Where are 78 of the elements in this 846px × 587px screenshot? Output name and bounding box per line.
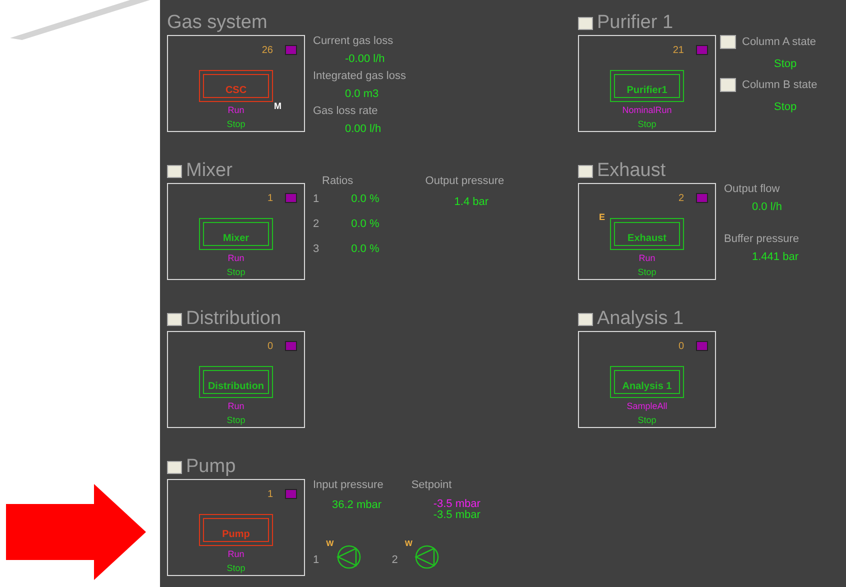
device-marker: M (274, 101, 282, 111)
device-count: 2 (678, 192, 684, 204)
ratios-label: Ratios (322, 175, 354, 187)
reading-label: Current gas loss (313, 35, 394, 47)
column-state: Stop (774, 58, 798, 70)
device-mode: NominalRun (622, 105, 672, 115)
indicator-square (696, 193, 708, 203)
toggle-square[interactable] (167, 460, 182, 474)
setpoint-label: Setpoint (411, 479, 453, 491)
ratio-index: 3 (313, 243, 320, 257)
output-value: 1.4 bar (454, 196, 490, 208)
reading-label: Gas loss rate (313, 105, 379, 117)
device-state: Stop (638, 415, 656, 425)
pump-index: 1 (313, 554, 320, 566)
reading-value: 0.00 l/h (345, 123, 382, 135)
output-label: Output pressure (425, 175, 504, 187)
reading-label: Buffer pressure (724, 233, 800, 245)
device-count: 26 (262, 44, 273, 56)
indicator-square (285, 341, 297, 351)
device-marker: E (599, 212, 606, 222)
toggle-square[interactable] (578, 164, 593, 178)
column-state: Stop (774, 101, 798, 113)
indicator-square (285, 489, 297, 499)
toggle-square[interactable] (167, 164, 182, 178)
section-title: Distribution (186, 308, 282, 330)
section-title: Purifier 1 (597, 12, 674, 34)
setpoint-value: -3.5 mbar (433, 510, 480, 521)
arrow-icon (6, 484, 146, 580)
column-label: Column B state (742, 79, 818, 91)
device-state: Stop (226, 563, 246, 573)
indicator-square (285, 45, 297, 55)
input-value: 36.2 mbar (332, 499, 383, 511)
ratio-value: 0.0 % (351, 218, 380, 232)
device-mode: Run (228, 105, 244, 115)
device-mode: Run (228, 401, 244, 411)
section-title: Analysis 1 (597, 308, 684, 330)
pump-flag-label: W (404, 539, 412, 548)
input-label: Input pressure (313, 479, 384, 491)
section-title: Mixer (186, 160, 232, 182)
reading-label: Output flow (724, 183, 781, 195)
setpoint-value: -3.5 mbar (433, 499, 480, 510)
device-mode: Run (228, 549, 244, 559)
device-state: Stop (638, 267, 656, 277)
toggle-square[interactable] (720, 35, 736, 49)
device-mode: Run (638, 253, 656, 263)
reading-value: -0.00 l/h (345, 53, 386, 65)
pump-flag-label: W (326, 539, 334, 548)
toggle-square[interactable] (578, 312, 593, 326)
section-title: Gas system (167, 12, 268, 34)
device-count: 21 (672, 44, 684, 56)
toggle-square[interactable] (167, 312, 182, 326)
device-state: Stop (226, 119, 246, 129)
device-count: 1 (267, 192, 273, 204)
device-count: 0 (678, 340, 684, 352)
indicator-square (696, 45, 708, 55)
reading-value: 1.441 bar (752, 251, 800, 263)
device-state: Stop (226, 267, 246, 277)
section-title: Exhaust (597, 160, 666, 182)
ratio-index: 1 (313, 193, 320, 207)
device-state: Stop (226, 415, 246, 425)
device-mode: SampleAll (626, 401, 668, 411)
reading-label: Integrated gas loss (313, 70, 406, 82)
device-state: Stop (638, 119, 656, 129)
device-count: 1 (267, 488, 273, 500)
ratio-index: 2 (313, 218, 320, 232)
indicator-square (285, 193, 297, 203)
ratio-value: 0.0 % (351, 243, 380, 257)
toggle-square[interactable] (578, 16, 593, 30)
device-mode: Run (228, 253, 244, 263)
reading-value: 0.0 l/h (752, 201, 783, 213)
toggle-square[interactable] (720, 78, 736, 92)
indicator-square (696, 341, 708, 351)
ratio-value: 0.0 % (351, 193, 380, 207)
device-count: 0 (267, 340, 273, 352)
reading-value: 0.0 m3 (345, 88, 380, 100)
column-label: Column A state (742, 36, 816, 48)
pump-index: 2 (392, 554, 398, 566)
section-title: Pump (186, 456, 236, 478)
